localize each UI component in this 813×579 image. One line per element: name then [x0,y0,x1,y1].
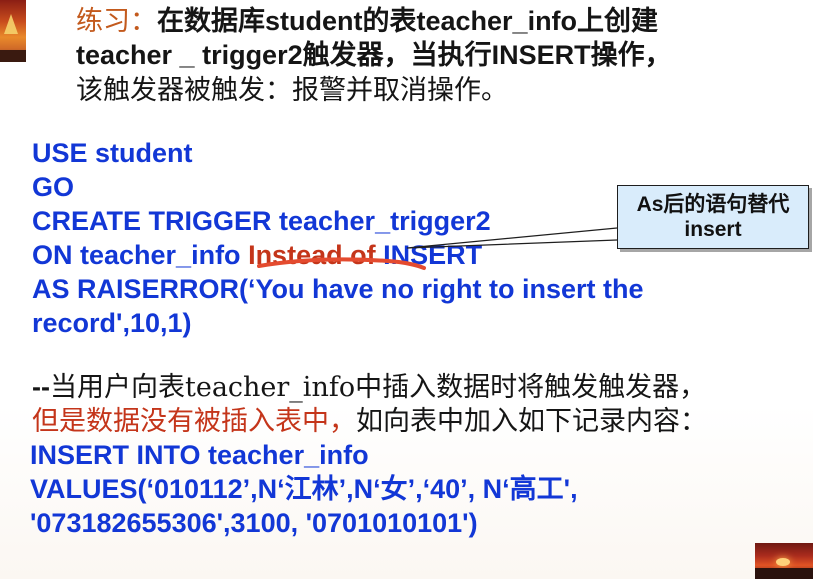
code-line-4-prefix: ON teacher_info [32,240,249,270]
instead-of-highlight: Instead of [248,240,384,270]
comment-red-text: 但是数据没有被插入表中， [32,406,356,437]
comment-line-2: 但是数据没有被插入表中，如向表中加入如下记录内容： [32,404,707,439]
callout-line-1: As后的语句替代 [636,193,790,216]
exercise-prefix: 练习： [76,6,157,37]
code-line-5: AS RAISERROR(‘You have no right to inser… [32,274,644,304]
exercise-line-1-text: 在数据库student的表teacher_info上创建 [157,6,659,36]
exercise-line-2: teacher _ trigger2触发器，当执行INSERT操作， [76,40,672,70]
code-line-3: CREATE TRIGGER teacher_trigger2 [32,206,491,236]
comment-black-text: 如向表中加入如下记录内容： [356,406,707,437]
decorative-corner-image-top-left [0,0,26,62]
comment-prefix: -- [32,372,50,402]
code-line-4-suffix: INSERT [383,240,483,270]
exercise-line-1: 练习：在数据库student的表teacher_info上创建 [76,4,658,39]
insert-line-1: INSERT INTO teacher_info [30,440,369,470]
decorative-corner-image-bottom-right [755,543,813,579]
code-line-6: record',10,1) [32,308,192,338]
code-line-2: GO [32,172,75,202]
code-line-1: USE student [32,138,193,168]
callout-line-2: insert [684,218,742,241]
callout-box: As后的语句替代 insert [617,185,809,249]
comment-text: 当用户向表teacher_info中插入数据时将触发触发器， [49,372,707,403]
exercise-line-3: 该触发器被触发：报警并取消操作。 [76,75,508,106]
code-line-4: ON teacher_info Instead of INSERT [32,238,482,272]
insert-line-3: '073182655306',3100, '0701010101') [30,508,478,538]
comment-line-1: --当用户向表teacher_info中插入数据时将触发触发器， [32,370,706,405]
insert-line-2: VALUES(‘010112’,N‘江林’,N‘女’,‘40’, N‘高工', [30,474,578,504]
